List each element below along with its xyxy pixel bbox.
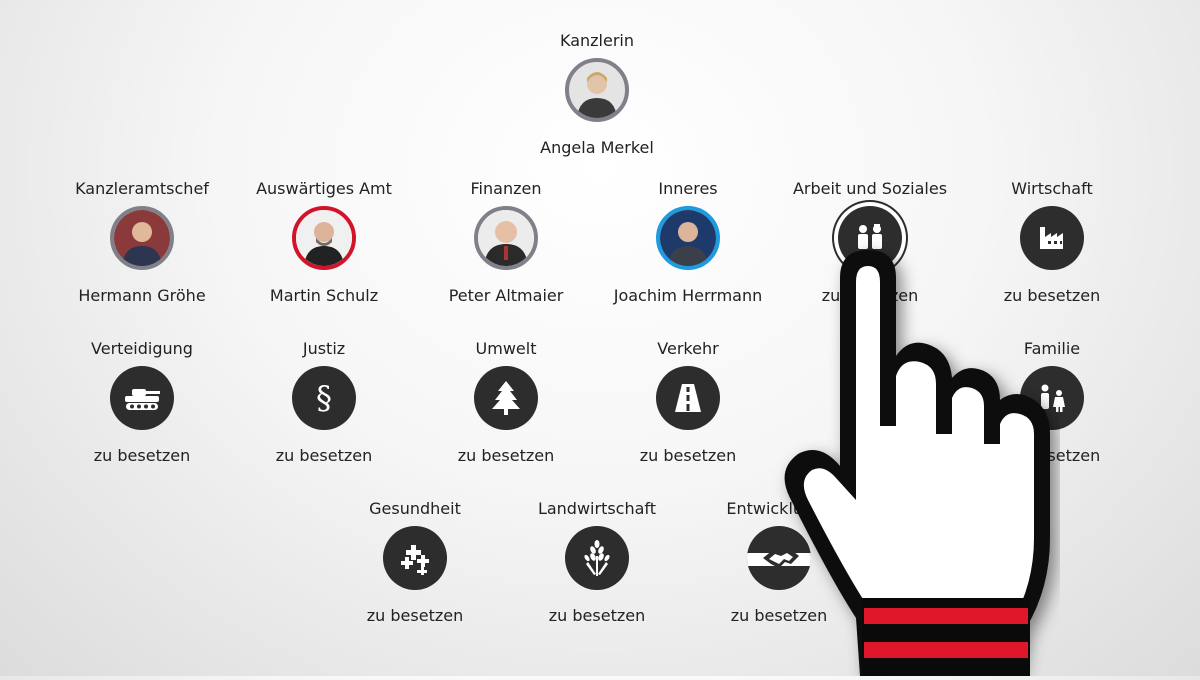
cabinet-slot-gesundheit[interactable]: Gesundheit zu besetzen	[315, 499, 515, 639]
minister-name: zu besetzen	[93, 446, 191, 465]
role-label: Umwelt	[475, 339, 537, 358]
cabinet-slot-inneres[interactable]: Inneres Joachim Herrmann	[588, 179, 788, 319]
cabinet-slot-verteidigung[interactable]: Verteidigung zu besetzen	[42, 339, 242, 479]
portrait-photo	[656, 206, 720, 270]
wheat-icon	[565, 526, 629, 590]
cabinet-slot-auswaertiges-amt[interactable]: Auswärtiges Amt Martin Schulz	[224, 179, 424, 319]
portrait-photo	[110, 206, 174, 270]
portrait-photo	[474, 206, 538, 270]
minister-name: Martin Schulz	[269, 286, 379, 305]
cabinet-slot-kanzleramtschef[interactable]: Kanzleramtschef Hermann Gröhe	[42, 179, 242, 319]
role-label: Verteidigung	[91, 339, 193, 358]
paragraph-icon: §	[292, 366, 356, 430]
minister-name: zu besetzen	[275, 446, 373, 465]
minister-name: zu besetzen	[639, 446, 737, 465]
cabinet-slot-verkehr[interactable]: Verkehr zu besetzen	[588, 339, 788, 479]
minister-name: Hermann Gröhe	[78, 286, 206, 305]
role-label: Wirtschaft	[1011, 179, 1093, 198]
role-label: Finanzen	[470, 179, 542, 198]
role-label: Kanzlerin	[559, 31, 634, 50]
road-icon	[656, 366, 720, 430]
role-label: Kanzleramtschef	[75, 179, 209, 198]
minister-name: zu besetzen	[548, 606, 646, 625]
minister-name: Peter Altmaier	[448, 286, 564, 305]
cabinet-slot-finanzen[interactable]: Finanzen Peter Altmaier	[406, 179, 606, 319]
role-label: Justiz	[302, 339, 346, 358]
portrait-photo	[292, 206, 356, 270]
tank-icon	[110, 366, 174, 430]
cabinet-slot-justiz[interactable]: Justiz § zu besetzen	[224, 339, 424, 479]
cabinet-slot-kanzlerin[interactable]: Kanzlerin Angela Merkel	[497, 31, 697, 171]
minister-name: Angela Merkel	[540, 138, 654, 157]
pointing-hand-icon	[760, 238, 1060, 676]
minister-name: zu besetzen	[457, 446, 555, 465]
minister-name: zu besetzen	[366, 606, 464, 625]
role-label: Landwirtschaft	[537, 499, 657, 518]
role-label: Auswärtiges Amt	[256, 179, 392, 198]
cabinet-slot-umwelt[interactable]: Umwelt zu besetzen	[406, 339, 606, 479]
health-crosses-icon	[383, 526, 447, 590]
tree-icon	[474, 366, 538, 430]
minister-name: Joachim Herrmann	[613, 286, 763, 305]
cabinet-slot-landwirtschaft[interactable]: Landwirtschaft zu besetzen	[497, 499, 697, 639]
role-label: Verkehr	[657, 339, 719, 358]
portrait-photo	[565, 58, 629, 122]
role-label: Inneres	[658, 179, 718, 198]
role-label: Gesundheit	[369, 499, 461, 518]
svg-text:§: §	[316, 379, 332, 417]
role-label: Arbeit und Soziales	[792, 179, 948, 198]
